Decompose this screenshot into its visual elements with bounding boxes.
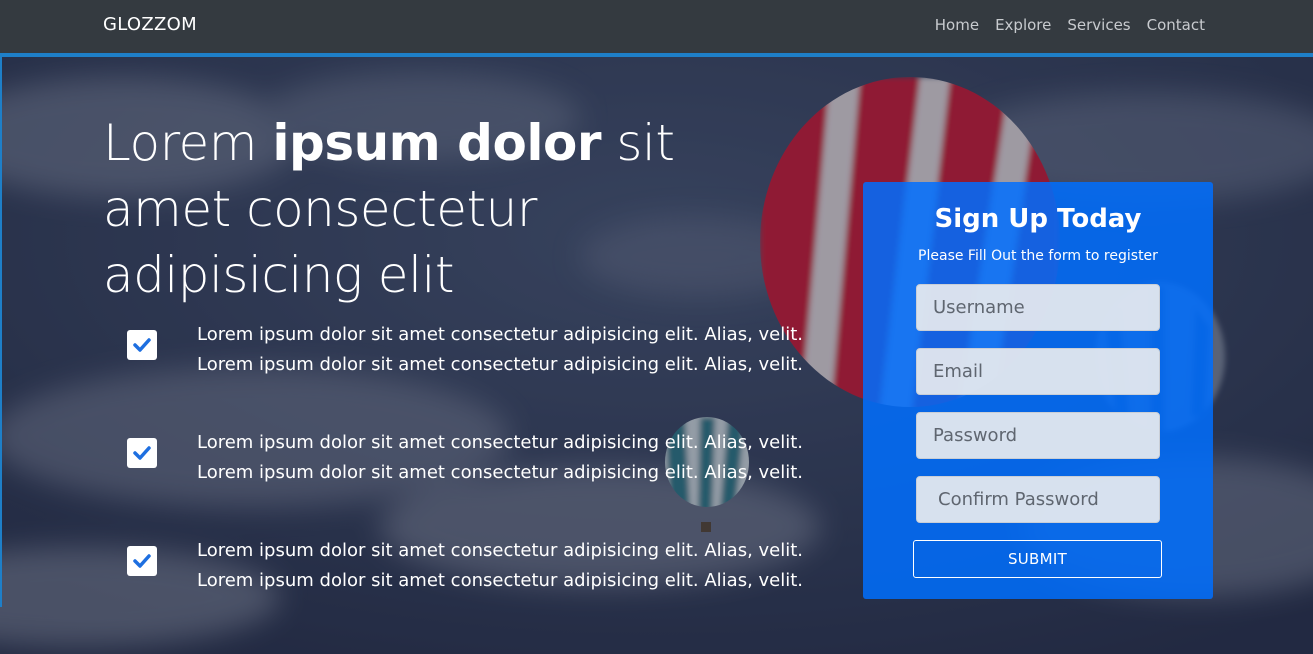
password-input[interactable] xyxy=(916,412,1160,459)
brand-logo[interactable]: GLOZZOM xyxy=(103,14,197,35)
signup-subtitle: Please Fill Out the form to register xyxy=(918,248,1158,264)
nav-link-explore[interactable]: Explore xyxy=(995,16,1051,34)
submit-button[interactable]: SUBMIT xyxy=(913,540,1162,578)
check-icon xyxy=(127,546,157,576)
feature-text: Lorem ipsum dolor sit amet consectetur a… xyxy=(197,540,804,591)
confirm-password-input[interactable] xyxy=(916,476,1160,523)
headline-bold: ipsum dolor xyxy=(272,114,601,172)
hero-headline: Lorem ipsum dolor sit amet consectetur a… xyxy=(103,110,803,308)
navbar-accent-bar xyxy=(0,53,1313,57)
headline-part-1: Lorem xyxy=(103,114,273,172)
nav-link-home[interactable]: Home xyxy=(935,16,979,34)
nav-link-services[interactable]: Services xyxy=(1067,16,1130,34)
check-icon xyxy=(127,438,157,468)
feature-text: Lorem ipsum dolor sit amet consectetur a… xyxy=(197,324,804,375)
nav-links: Home Explore Services Contact xyxy=(935,16,1205,34)
nav-link-contact[interactable]: Contact xyxy=(1147,16,1205,34)
email-input[interactable] xyxy=(916,348,1160,395)
left-accent-edge xyxy=(0,57,2,607)
signup-card: Sign Up Today Please Fill Out the form t… xyxy=(863,182,1213,599)
signup-title: Sign Up Today xyxy=(934,204,1142,234)
username-input[interactable] xyxy=(916,284,1160,331)
feature-text: Lorem ipsum dolor sit amet consectetur a… xyxy=(197,432,804,483)
check-icon xyxy=(127,330,157,360)
navbar: GLOZZOM Home Explore Services Contact xyxy=(0,0,1313,53)
